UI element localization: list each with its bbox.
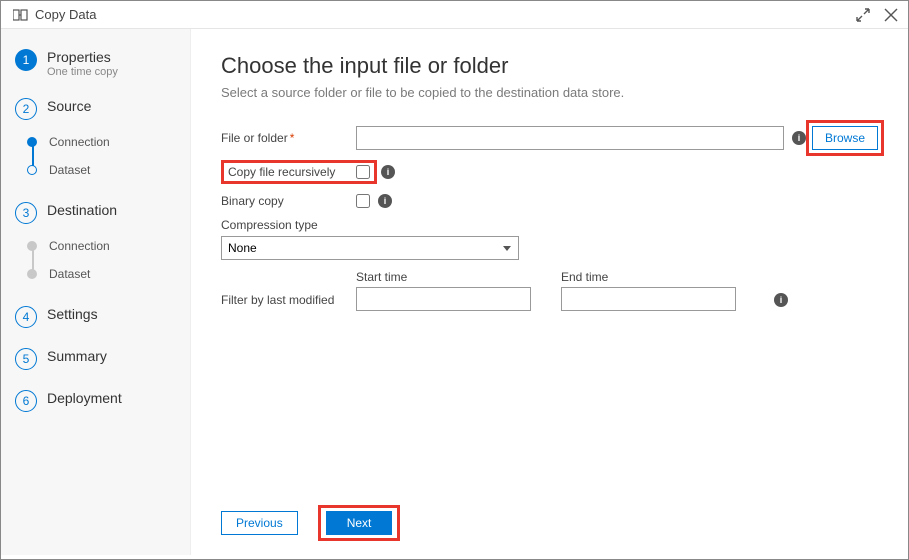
step-number-icon: 4 [15, 306, 37, 328]
end-time-input[interactable] [561, 287, 736, 311]
substep-dataset[interactable]: Dataset [27, 260, 180, 288]
substep-label: Dataset [49, 267, 90, 281]
source-substeps: Connection Dataset [27, 128, 180, 184]
compression-label: Compression type [221, 218, 356, 232]
step-label: Properties [47, 49, 118, 65]
filter-row: Filter by last modified Start time End t… [221, 274, 878, 311]
start-time-input[interactable] [356, 287, 531, 311]
start-time-col: Start time [356, 270, 531, 311]
file-folder-label: File or folder* [221, 131, 356, 145]
next-button[interactable]: Next [326, 511, 393, 535]
step-number-icon: 1 [15, 49, 37, 71]
step-number-icon: 3 [15, 202, 37, 224]
window-title: Copy Data [35, 7, 96, 22]
substep-label: Connection [49, 239, 110, 253]
binary-copy-row: Binary copy i [221, 194, 878, 208]
step-subtitle: One time copy [47, 66, 118, 78]
substep-label: Dataset [49, 163, 90, 177]
page-heading: Choose the input file or folder [221, 53, 878, 79]
step-number-icon: 2 [15, 98, 37, 120]
substep-dataset[interactable]: Dataset [27, 156, 180, 184]
main-panel: Choose the input file or folder Select a… [191, 29, 908, 555]
step-source[interactable]: 2 Source [15, 98, 180, 120]
filter-label: Filter by last modified [221, 293, 356, 311]
end-time-col: End time [561, 270, 736, 311]
start-time-label: Start time [356, 270, 531, 284]
previous-button[interactable]: Previous [221, 511, 298, 535]
step-summary[interactable]: 5 Summary [15, 348, 180, 370]
step-label: Source [47, 98, 91, 114]
browse-button[interactable]: Browse [812, 126, 878, 150]
step-label: Deployment [47, 390, 122, 406]
substep-label: Connection [49, 135, 110, 149]
step-deployment[interactable]: 6 Deployment [15, 390, 180, 412]
compression-row: Compression type None [221, 218, 878, 260]
step-label: Destination [47, 202, 117, 218]
file-folder-row: File or folder* i Browse [221, 126, 878, 150]
substep-dot-icon [27, 241, 37, 251]
copy-data-icon [13, 8, 29, 22]
step-label: Summary [47, 348, 107, 364]
step-settings[interactable]: 4 Settings [15, 306, 180, 328]
step-destination[interactable]: 3 Destination [15, 202, 180, 224]
step-label: Settings [47, 306, 98, 322]
copy-recursively-row: Copy file recursively i [221, 160, 878, 184]
file-folder-input[interactable] [356, 126, 784, 150]
substep-dot-icon [27, 269, 37, 279]
end-time-label: End time [561, 270, 736, 284]
close-icon[interactable] [884, 8, 898, 22]
info-icon[interactable]: i [381, 165, 395, 179]
substep-connection[interactable]: Connection [27, 232, 180, 260]
info-icon[interactable]: i [774, 293, 788, 307]
binary-copy-checkbox[interactable] [356, 194, 370, 208]
substep-dot-icon [27, 137, 37, 147]
wizard-footer: Previous Next [221, 495, 878, 541]
wizard-sidebar: 1 Properties One time copy 2 Source Conn… [1, 29, 191, 555]
step-number-icon: 6 [15, 390, 37, 412]
step-number-icon: 5 [15, 348, 37, 370]
copy-recursively-label: Copy file recursively [228, 165, 356, 179]
content: 1 Properties One time copy 2 Source Conn… [1, 29, 908, 555]
expand-icon[interactable] [856, 8, 870, 22]
page-subtext: Select a source folder or file to be cop… [221, 85, 878, 100]
titlebar-left: Copy Data [13, 7, 96, 22]
info-icon[interactable]: i [792, 131, 806, 145]
copy-recursively-checkbox[interactable] [356, 165, 370, 179]
substep-connection[interactable]: Connection [27, 128, 180, 156]
destination-substeps: Connection Dataset [27, 232, 180, 288]
titlebar: Copy Data [1, 1, 908, 29]
titlebar-right [856, 8, 898, 22]
binary-copy-label: Binary copy [221, 194, 356, 208]
substep-dot-icon [27, 165, 37, 175]
compression-select[interactable]: None [221, 236, 519, 260]
info-icon[interactable]: i [378, 194, 392, 208]
step-properties[interactable]: 1 Properties One time copy [15, 49, 180, 78]
